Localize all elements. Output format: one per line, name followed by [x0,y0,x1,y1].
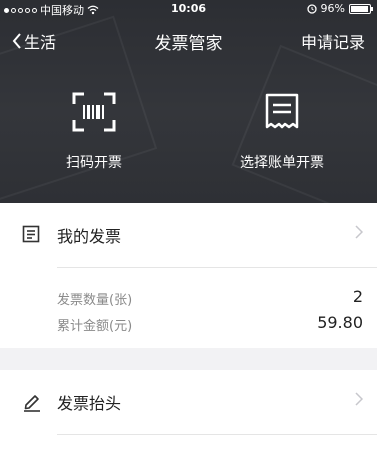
invoice-header-label: 发票抬头 [57,394,122,413]
battery-percent: 96% [320,2,345,15]
scan-invoice-label: 扫码开票 [66,155,122,171]
battery-icon [349,3,373,14]
chevron-right-icon [355,225,363,239]
invoice-count-label: 发票数量(张) [57,293,133,308]
invoice-header-row[interactable]: 发票抬头 [0,370,377,434]
pen-edit-icon [24,395,40,412]
total-amount-row: 累计金额(元) 59.80 [57,313,363,335]
select-bill-label: 选择账单开票 [240,155,324,171]
invoice-count-value: 2 [352,287,363,306]
status-bar: 中国移动 10:06 96% [0,0,377,18]
invoice-count-row: 发票数量(张) 2 [57,287,363,309]
chevron-right-icon [355,392,363,406]
divider [57,267,377,268]
divider [57,434,377,435]
invoice-list-icon [22,225,40,243]
nav-bar: 生活 发票管家 申请记录 [0,24,377,56]
alarm-icon [306,3,317,14]
my-invoices-label: 我的发票 [57,227,122,246]
total-amount-value: 59.80 [317,313,363,332]
status-right: 96% [306,2,373,15]
invoice-header-section: 发票抬头 [0,370,377,456]
select-bill-button[interactable]: 选择账单开票 [188,92,376,192]
my-invoices-section: 我的发票 发票数量(张) 2 累计金额(元) 59.80 [0,203,377,348]
my-invoices-row[interactable]: 我的发票 [0,203,377,267]
total-amount-label: 累计金额(元) [57,319,133,334]
header: 中国移动 10:06 96% 生活 发票管家 申请记录 扫码开票 选择账单开票 [0,0,377,203]
receipt-icon [265,93,299,129]
scan-barcode-icon [72,92,116,132]
scan-invoice-button[interactable]: 扫码开票 [0,92,188,192]
application-records-link[interactable]: 申请记录 [301,29,365,53]
